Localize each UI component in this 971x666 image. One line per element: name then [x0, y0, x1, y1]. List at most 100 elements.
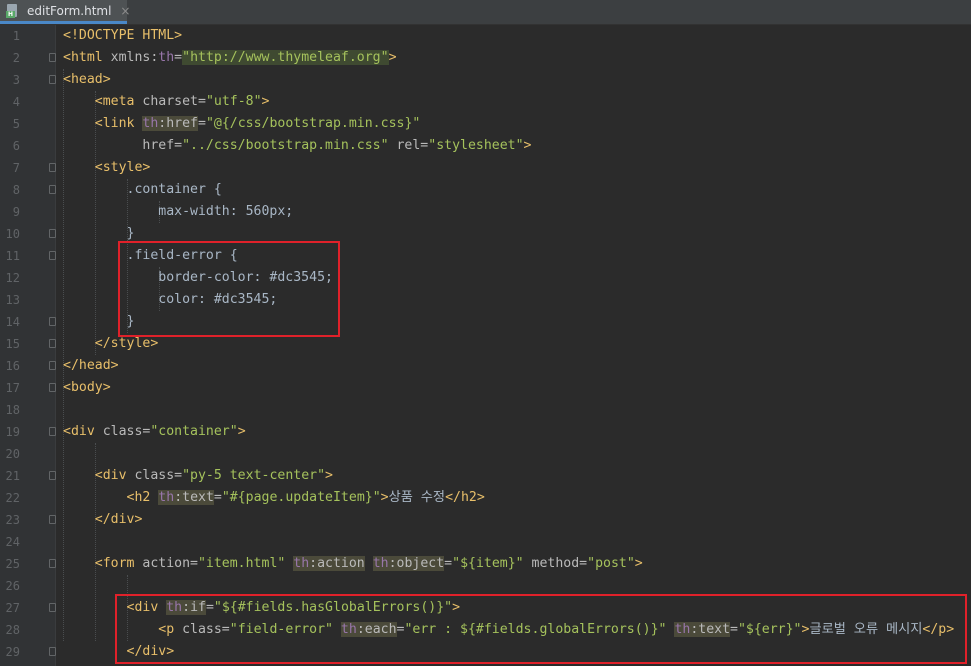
- line-number[interactable]: 18: [0, 399, 20, 421]
- code-token: th: [158, 50, 175, 65]
- line-number[interactable]: 3: [0, 69, 20, 91]
- line-number[interactable]: 7: [0, 157, 20, 179]
- line-number[interactable]: 23: [0, 509, 20, 531]
- line-number[interactable]: 29: [0, 641, 20, 663]
- code-line[interactable]: 16 </head>: [0, 355, 971, 377]
- fold-marker-icon[interactable]: [49, 361, 56, 370]
- code-line[interactable]: 17 <body>: [0, 377, 971, 399]
- code-line[interactable]: 5 <link th:href="@{/css/bootstrap.min.cs…: [0, 113, 971, 135]
- code-line[interactable]: 24: [0, 531, 971, 553]
- code-line[interactable]: 23 </div>: [0, 509, 971, 531]
- fold-marker-icon[interactable]: [49, 603, 56, 612]
- code-line[interactable]: 3 <head>: [0, 69, 971, 91]
- line-number[interactable]: 26: [0, 575, 20, 597]
- line-number[interactable]: 10: [0, 223, 20, 245]
- line-number[interactable]: 14: [0, 311, 20, 333]
- line-number[interactable]: 27: [0, 597, 20, 619]
- code-line[interactable]: 22 <h2 th:text="#{page.updateItem}">상품 수…: [0, 487, 971, 509]
- line-number[interactable]: 28: [0, 619, 20, 641]
- line-number[interactable]: 6: [0, 135, 20, 157]
- code-token: th: [158, 490, 175, 505]
- highlight-box-field-error: [118, 241, 340, 337]
- code-token: <div: [94, 468, 135, 483]
- code-line[interactable]: 7 <style>: [0, 157, 971, 179]
- code-line[interactable]: 25 <form action="item.html" th:action th…: [0, 553, 971, 575]
- code-token: =: [213, 490, 222, 505]
- fold-marker-icon[interactable]: [49, 559, 56, 568]
- line-number[interactable]: 20: [0, 443, 20, 465]
- fold-marker-icon[interactable]: [49, 647, 56, 656]
- line-number[interactable]: 5: [0, 113, 20, 135]
- code-line[interactable]: 18: [0, 399, 971, 421]
- fold-marker-icon[interactable]: [49, 317, 56, 326]
- html-file-icon: H: [6, 3, 22, 18]
- code-line[interactable]: 20: [0, 443, 971, 465]
- code-line[interactable]: 1 <!DOCTYPE HTML>: [0, 25, 971, 47]
- code-token: :text: [174, 490, 214, 505]
- fold-marker-icon[interactable]: [49, 53, 56, 62]
- line-number[interactable]: 8: [0, 179, 20, 201]
- code-token: xmlns:: [110, 50, 159, 65]
- editor-window: H editForm.html × 1 <!DOCTYPE HTML> 2 <html…: [0, 0, 971, 666]
- fold-marker-icon[interactable]: [49, 471, 56, 480]
- fold-marker-icon[interactable]: [49, 251, 56, 260]
- line-number[interactable]: 22: [0, 487, 20, 509]
- code-token: "post": [587, 556, 635, 571]
- line-number[interactable]: 13: [0, 289, 20, 311]
- line-number[interactable]: 25: [0, 553, 20, 575]
- line-number[interactable]: 16: [0, 355, 20, 377]
- fold-marker-icon[interactable]: [49, 163, 56, 172]
- code-line[interactable]: 8 .container {: [0, 179, 971, 201]
- code-token: >: [325, 468, 333, 483]
- code-token: class=: [134, 468, 183, 483]
- line-number[interactable]: 12: [0, 267, 20, 289]
- code-line[interactable]: 9 max-width: 560px;: [0, 201, 971, 223]
- code-line[interactable]: 2 <html xmlns:th="http://www.thymeleaf.or…: [0, 47, 971, 69]
- fold-marker-icon[interactable]: [49, 339, 56, 348]
- close-icon[interactable]: ×: [120, 4, 130, 18]
- code-token: th: [372, 556, 389, 571]
- code-token: max-width: 560px;: [63, 204, 294, 219]
- code-token: "item.html": [197, 556, 286, 571]
- line-number[interactable]: 1: [0, 25, 20, 47]
- line-number[interactable]: 17: [0, 377, 20, 399]
- code-line[interactable]: 19 <div class="container">: [0, 421, 971, 443]
- code-text: href="../css/bootstrap.min.css" rel="sty…: [63, 135, 531, 157]
- code-token: <body>: [63, 380, 111, 395]
- fold-marker-icon[interactable]: [49, 75, 56, 84]
- code-text: <meta charset="utf-8">: [63, 91, 270, 113]
- code-text: <style>: [63, 157, 151, 179]
- code-line[interactable]: 21 <div class="py-5 text-center">: [0, 465, 971, 487]
- line-number[interactable]: 24: [0, 531, 20, 553]
- code-text: max-width: 560px;: [63, 201, 293, 223]
- code-token: :action: [309, 556, 365, 571]
- code-line[interactable]: 6 href="../css/bootstrap.min.css" rel="s…: [0, 135, 971, 157]
- fold-marker-icon[interactable]: [49, 427, 56, 436]
- fold-marker-icon[interactable]: [49, 229, 56, 238]
- code-text: </div>: [63, 509, 143, 531]
- line-number[interactable]: 4: [0, 91, 20, 113]
- code-token: <link: [94, 116, 143, 131]
- line-number[interactable]: 9: [0, 201, 20, 223]
- fold-marker-icon[interactable]: [49, 515, 56, 524]
- code-token: rel=: [388, 138, 429, 153]
- line-number[interactable]: 19: [0, 421, 20, 443]
- fold-marker-icon[interactable]: [49, 383, 56, 392]
- highlight-box-global-errors: [115, 594, 967, 664]
- code-token: charset=: [142, 94, 206, 109]
- code-line[interactable]: 4 <meta charset="utf-8">: [0, 91, 971, 113]
- code-token: <html: [63, 50, 111, 65]
- line-number[interactable]: 2: [0, 47, 20, 69]
- fold-marker-icon[interactable]: [49, 185, 56, 194]
- tab-editform[interactable]: H editForm.html ×: [0, 0, 130, 24]
- code-token: "http://www.thymeleaf.org": [182, 50, 389, 65]
- line-number[interactable]: 11: [0, 245, 20, 267]
- line-number[interactable]: 21: [0, 465, 20, 487]
- code-token: >: [261, 94, 270, 109]
- line-number[interactable]: 15: [0, 333, 20, 355]
